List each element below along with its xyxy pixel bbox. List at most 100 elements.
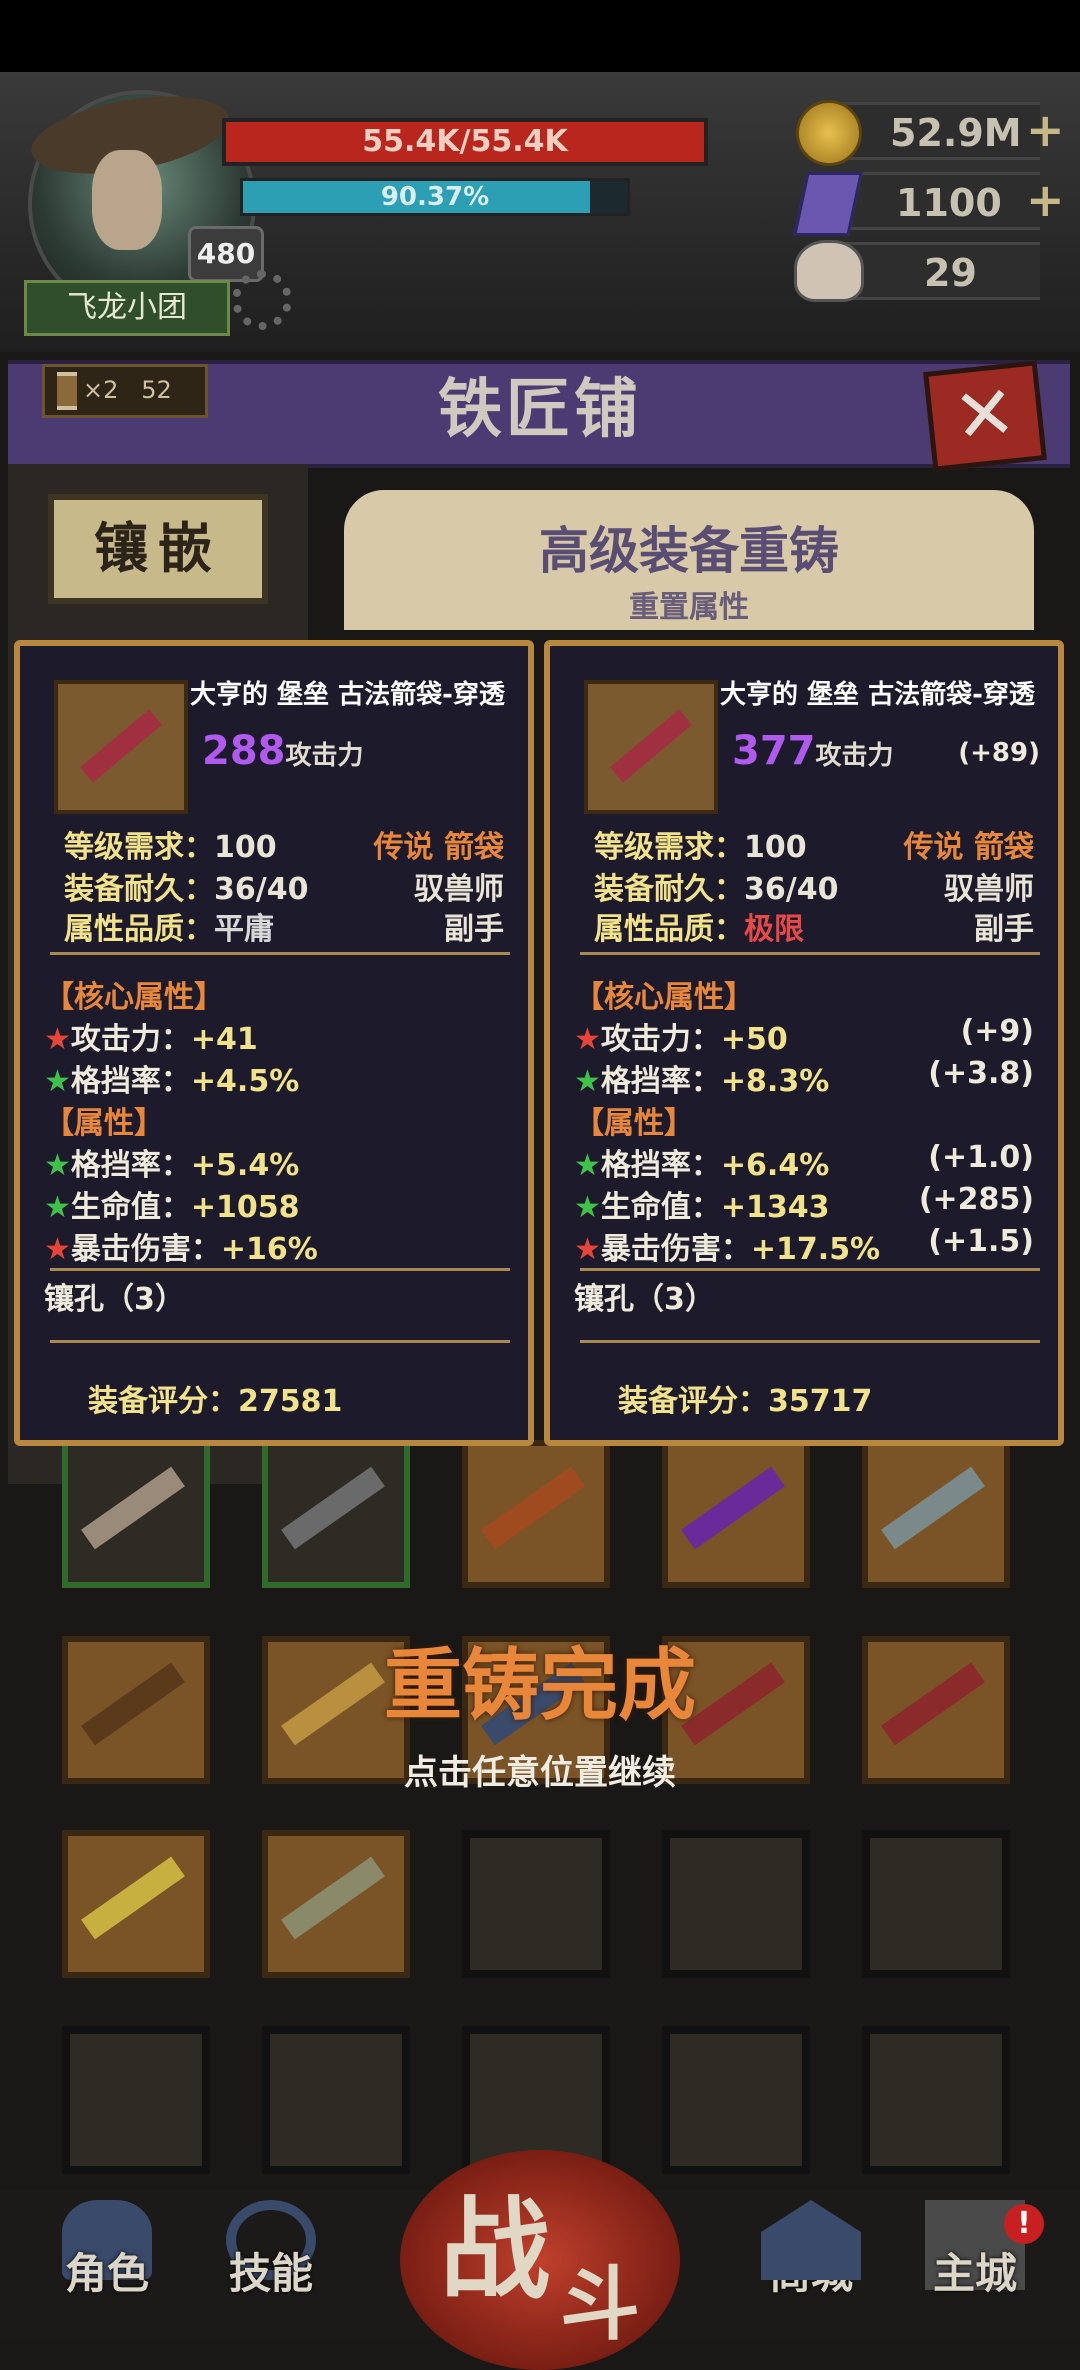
equipment-card-before: 大亨的 堡垒 古法箭袋-穿透 288攻击力 等级需求：100 传说 箭袋 装备耐… [14,640,534,1446]
attribute-row: ★生命值：+1058 [44,1190,300,1225]
durability: 装备耐久：36/40 [594,872,839,907]
nav-city-label: 主城 [932,2249,1017,2298]
inventory-slot[interactable] [62,1636,210,1784]
attribute-row: ★暴击伤害：+16% [44,1232,318,1267]
inventory-slot[interactable] [62,1830,210,1978]
divider [580,1340,1040,1343]
class-requirement: 驭兽师 [414,872,504,907]
equipment-card-after: 大亨的 堡垒 古法箭袋-穿透 377攻击力 (+89) 等级需求：100 传说 … [544,640,1064,1446]
rarity-type: 传说 箭袋 [373,830,504,865]
divider [50,952,510,955]
attack-power: 288攻击力 [202,728,364,774]
reforge-panel-subtitle: 重置属性 [629,590,749,625]
socket-count: 镶孔（3） [44,1282,185,1317]
inventory-slot[interactable] [62,2026,210,2174]
speed-timer-badge: ×2 52 [42,364,208,418]
xp-bar-text: 90.37% [380,182,490,212]
divider [580,952,1040,955]
inventory-slot[interactable] [462,1440,610,1588]
page-title: 铁匠铺 [438,373,642,447]
nav-character-label: 角色 [64,2249,149,2298]
item-name: 大亨的 堡垒 古法箭袋-穿透 [190,680,505,710]
attack-label: 攻击力 [285,741,364,771]
gear-icon[interactable] [232,270,292,330]
tent-icon [761,2200,861,2280]
coin-icon [796,100,862,166]
tap-to-continue-hint[interactable]: 点击任意位置继续 [300,1748,780,1798]
level-requirement: 等级需求：100 [594,830,807,865]
attack-value: 377 [732,728,816,774]
attack-delta: (+89) [958,738,1040,768]
core-attribute-delta: (+3.8) [928,1056,1034,1091]
inventory-slot[interactable] [862,2026,1010,2174]
inventory-slot[interactable] [262,1830,410,1978]
level-requirement: 等级需求：100 [64,830,277,865]
core-attribute-row: ★攻击力：+41 [44,1022,258,1057]
rarity-type: 传说 箭袋 [903,830,1034,865]
team-name-label[interactable]: 飞龙小团 [24,280,230,336]
inventory-slot[interactable] [62,1440,210,1588]
avatar-face-art [92,150,162,250]
divider [580,1268,1040,1271]
gem-amount: 1100 [840,172,1040,230]
attribute-row: ★格挡率：+6.4% [574,1148,830,1183]
horn-amount: 29 [840,242,1040,300]
socket-count: 镶孔（3） [574,1282,715,1317]
timer-value: 52 [141,376,172,404]
equipment-score: 装备评分：27581 [88,1384,343,1419]
attribute-delta: (+1.5) [928,1224,1034,1259]
attribute-row: ★暴击伤害：+17.5% [574,1232,881,1267]
ram-skull-icon [794,240,864,302]
hourglass-icon [57,372,77,410]
equipment-score: 装备评分：35717 [618,1384,873,1419]
durability: 装备耐久：36/40 [64,872,309,907]
attack-power: 377攻击力 [732,728,894,774]
nav-skills[interactable]: 技能 [206,2200,336,2330]
core-attribute-delta: (+9) [960,1014,1034,1049]
attribute-row: ★生命值：+1343 [574,1190,830,1225]
attribute-quality: 属性品质：极限 [594,912,804,947]
attributes-heading: 【属性】 [44,1106,164,1141]
attributes-heading: 【属性】 [574,1106,694,1141]
nav-skills-label: 技能 [228,2249,313,2298]
gold-amount: 52.9M [840,102,1040,160]
battle-label-main: 战 [440,2186,550,2314]
core-attribute-row: ★格挡率：+4.5% [44,1064,300,1099]
nav-shop[interactable]: 商城 [746,2200,876,2330]
timer-multiplier: ×2 [83,376,119,404]
core-attributes-heading: 【核心属性】 [44,980,224,1015]
battle-label-secondary: 斗 [560,2258,640,2351]
core-attribute-row: ★格挡率：+8.3% [574,1064,830,1099]
tab-inlay[interactable]: 镶嵌 [48,494,268,604]
inventory-slot[interactable] [862,1830,1010,1978]
status-bar [0,0,1080,72]
inventory-slot[interactable] [262,2026,410,2174]
inventory-slot[interactable] [862,1636,1010,1784]
core-attributes-heading: 【核心属性】 [574,980,754,1015]
reforge-complete-title: 重铸完成 [383,1641,696,1731]
inventory-slot[interactable] [262,1440,410,1588]
divider [50,1340,510,1343]
equip-slot: 副手 [444,912,504,947]
reforge-panel-title: 高级装备重铸 [539,522,839,580]
inventory-slot[interactable] [662,1830,810,1978]
hp-bar: 55.4K/55.4K [222,118,708,166]
inventory-slot[interactable] [862,1440,1010,1588]
inventory-slot[interactable] [662,2026,810,2174]
nav-character[interactable]: 角色 [42,2200,172,2330]
attack-value: 288 [202,728,286,774]
add-gems-button[interactable]: + [1026,172,1065,228]
quiver-icon [54,680,188,814]
attribute-row: ★格挡率：+5.4% [44,1148,300,1183]
core-attribute-row: ★攻击力：+50 [574,1022,788,1057]
attribute-delta: (+1.0) [928,1140,1034,1175]
close-button[interactable]: ✕ [923,360,1047,472]
add-gold-button[interactable]: + [1026,102,1065,158]
class-requirement: 驭兽师 [944,872,1034,907]
inventory-slot[interactable] [462,1830,610,1978]
attack-label: 攻击力 [815,741,894,771]
inventory-slot[interactable] [662,1440,810,1588]
equip-slot: 副手 [974,912,1034,947]
attribute-quality: 属性品质：平庸 [64,912,274,947]
notification-badge: ! [1004,2204,1044,2244]
